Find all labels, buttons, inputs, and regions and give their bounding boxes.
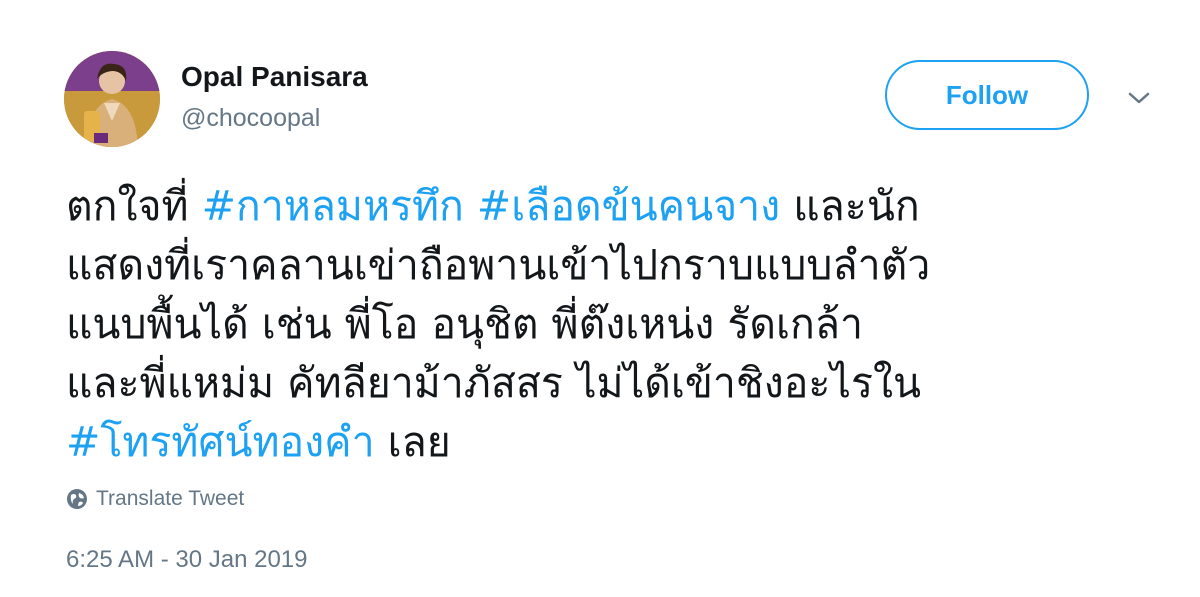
translate-label: Translate Tweet [96,487,245,510]
tweet-text-segment: ตกใจที่ [66,182,202,230]
tweet-line: ตกใจที่ #กาหลมหรทึก #เลือดข้นคนจาง และนั… [66,177,1156,236]
tweet-line: และพี่แหม่ม คัทลียาม้าภัสสร ไม่ได้เข้าชิ… [66,354,1156,413]
chevron-down-icon[interactable] [1126,88,1152,108]
tweet-line: แนบพื้นได้ เช่น พี่โอ อนุชิต พี่ต๊งเหน่ง… [66,295,1156,354]
tweet-timestamp[interactable]: 6:25 AM - 30 Jan 2019 [66,546,308,574]
tweet-line: #โทรทัศน์ทองคำ เลย [66,413,1156,472]
tweet-text-segment [464,182,477,230]
follow-button[interactable]: Follow [885,60,1089,130]
tweet-text-segment: และนัก [780,182,920,230]
globe-icon [67,489,87,509]
tweet-text-segment: แนบพื้นได้ เช่น พี่โอ อนุชิต พี่ต๊งเหน่ง… [66,300,863,348]
hashtag-link[interactable]: #โทรทัศน์ทองคำ [66,418,375,466]
tweet-text-segment: แสดงที่เราคลานเข่าถือพานเข้าไปกราบแบบลำต… [66,241,931,289]
author-handle[interactable]: @chocoopal [181,103,320,133]
avatar[interactable] [64,51,160,147]
hashtag-link[interactable]: #กาหลมหรทึก [202,182,464,230]
hashtag-link[interactable]: #เลือดข้นคนจาง [477,182,780,230]
tweet-line: แสดงที่เราคลานเข่าถือพานเข้าไปกราบแบบลำต… [66,236,1156,295]
tweet-text: ตกใจที่ #กาหลมหรทึก #เลือดข้นคนจาง และนั… [66,177,1156,472]
translate-tweet-link[interactable]: Translate Tweet [66,487,244,511]
tweet-text-segment: เลย [374,418,451,466]
tweet-text-segment: และพี่แหม่ม คัทลียาม้าภัสสร ไม่ได้เข้าชิ… [66,359,922,407]
author-name[interactable]: Opal Panisara [181,60,368,94]
avatar-image [64,51,160,147]
